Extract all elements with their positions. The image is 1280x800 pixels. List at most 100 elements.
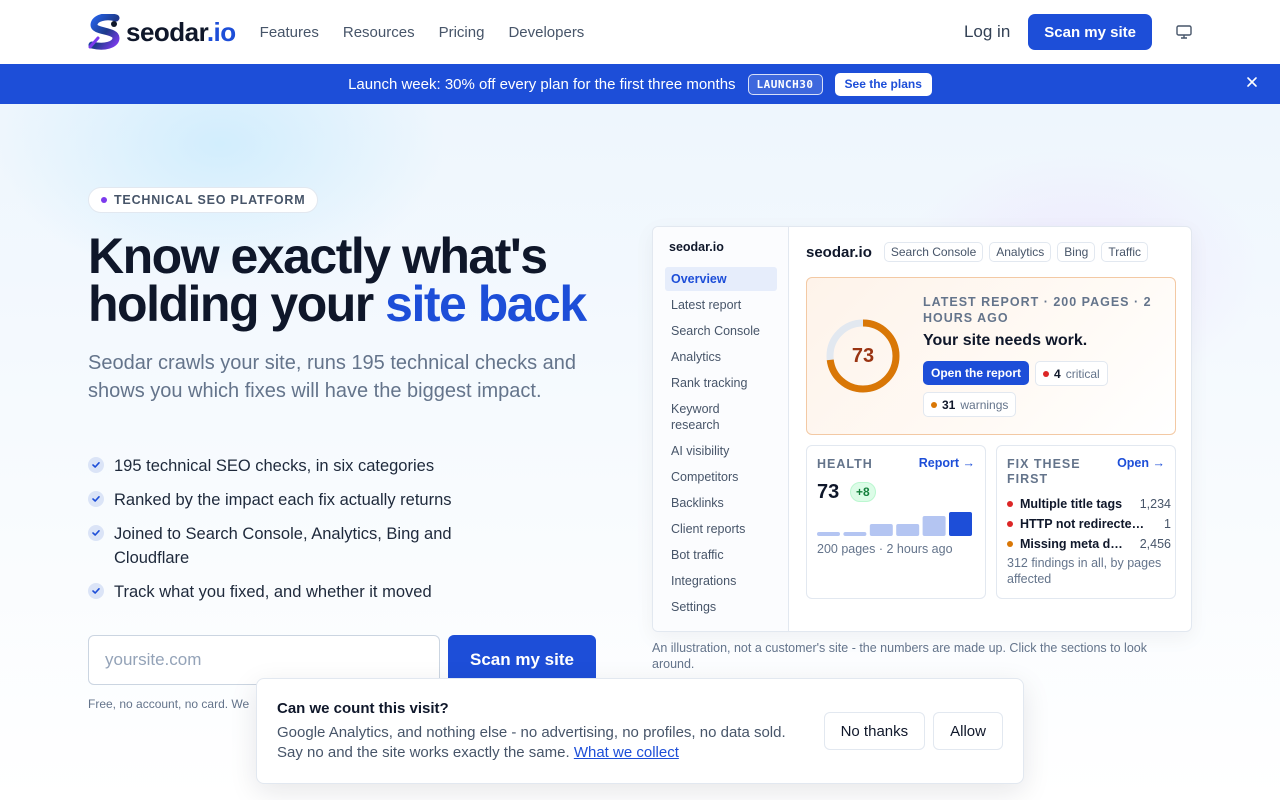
sidebar-item-search-console[interactable]: Search Console	[665, 319, 777, 343]
report-meta: LATEST REPORT · 200 PAGES · 2 HOURS AGO	[923, 295, 1152, 325]
see-plans-button[interactable]: See the plans	[834, 72, 932, 96]
headline-line-2: holding your	[88, 276, 386, 332]
banner-text: Launch week: 30% off every plan for the …	[348, 75, 736, 93]
check-icon	[88, 491, 104, 507]
sidebar-item-ai-visibility[interactable]: AI visibility	[665, 439, 777, 463]
integration-tag-bing[interactable]: Bing	[1057, 242, 1096, 262]
list-item[interactable]: Missing meta d… 2,456	[1007, 534, 1171, 554]
sidebar-item-backlinks[interactable]: Backlinks	[665, 491, 777, 515]
trend-bar	[922, 516, 946, 536]
logo-text: seodar.io	[126, 16, 236, 47]
health-score: 73	[817, 481, 840, 503]
open-report-button[interactable]: Open the report	[923, 361, 1030, 385]
fix-count: 1	[1164, 517, 1171, 531]
critical-label: critical	[1065, 366, 1100, 381]
monitor-icon[interactable]	[1176, 25, 1192, 39]
critical-count-badge[interactable]: 4 critical	[1035, 361, 1108, 386]
arrow-right-icon: →	[1149, 456, 1165, 470]
sidebar-item-integrations[interactable]: Integrations	[665, 569, 777, 593]
nav-link-features[interactable]: Features	[260, 24, 319, 41]
warning-label: warnings	[960, 397, 1009, 412]
trend-bar	[949, 512, 972, 536]
trend-bar	[843, 532, 867, 536]
fix-label: FIX THESE FIRST	[1007, 457, 1081, 486]
sidebar-item-analytics[interactable]: Analytics	[665, 345, 777, 369]
no-thanks-button[interactable]: No thanks	[823, 712, 926, 750]
sidebar-item-bot-traffic[interactable]: Bot traffic	[665, 543, 777, 567]
close-icon[interactable]	[1246, 76, 1258, 88]
integration-tag-analytics[interactable]: Analytics	[989, 242, 1052, 262]
fix-open-link[interactable]: Open →	[1117, 456, 1165, 470]
allow-button[interactable]: Allow	[933, 712, 1003, 750]
sidebar-item-client-reports[interactable]: Client reports	[665, 517, 777, 541]
trend-bar	[817, 532, 840, 536]
nav-actions: Log in Scan my site	[964, 14, 1192, 50]
cookie-body: Google Analytics, and nothing else - no …	[277, 723, 797, 763]
category-pill: TECHNICAL SEO PLATFORM	[88, 187, 319, 213]
health-delta-badge: +8	[850, 482, 876, 502]
nav-links: Features Resources Pricing Developers	[260, 24, 585, 41]
logo[interactable]: seodar.io	[88, 14, 236, 50]
dashboard-sidebar: seodar.io Overview Latest report Search Co…	[653, 227, 789, 631]
sidebar-item-overview[interactable]: Overview	[665, 267, 777, 291]
sidebar-item-competitors[interactable]: Competitors	[665, 465, 777, 489]
fix-name: HTTP not redirecte…	[1020, 517, 1145, 531]
fix-first-card[interactable]: FIX THESE FIRST Open → Multiple title ta…	[996, 445, 1176, 599]
warning-count-badge[interactable]: 31 warnings	[923, 392, 1017, 417]
report-title: Your site needs work.	[923, 332, 1088, 349]
top-nav: seodar.io Features Resources Pricing Dev…	[0, 0, 1280, 64]
dashboard-preview: seodar.io Overview Latest report Search Co…	[652, 226, 1192, 632]
nav-link-resources[interactable]: Resources	[343, 24, 415, 41]
check-icon	[88, 525, 104, 541]
sidebar-item-rank-tracking[interactable]: Rank tracking	[665, 371, 777, 395]
cookie-actions: No thanks Allow	[823, 712, 1003, 750]
sidebar-item-latest-report[interactable]: Latest report	[665, 293, 777, 317]
list-item[interactable]: Multiple title tags 1,234	[1007, 494, 1171, 514]
dashboard-site-name: seodar.io	[806, 243, 872, 261]
critical-dot	[1043, 370, 1050, 377]
fix-footer: 312 findings in all, by pages affected	[1007, 556, 1162, 586]
pill-label: TECHNICAL SEO PLATFORM	[114, 193, 306, 207]
fix-name: Missing meta d…	[1020, 537, 1123, 551]
check-icon	[88, 583, 104, 599]
feature-text: Joined to Search Console, Analytics, Bin…	[114, 525, 452, 567]
health-card[interactable]: HEALTH Report → 73 +8 200 pages · 2 hour…	[806, 445, 986, 599]
login-link[interactable]: Log in	[964, 22, 1010, 42]
latest-report-card[interactable]: 73 LATEST REPORT · 200 PAGES · 2 HOURS A…	[806, 277, 1176, 435]
integration-tag-traffic[interactable]: Traffic	[1101, 242, 1148, 262]
integration-tag-search-console[interactable]: Search Console	[883, 242, 984, 262]
nav-link-pricing[interactable]: Pricing	[439, 24, 485, 41]
list-item[interactable]: HTTP not redirecte… 1	[1007, 514, 1171, 534]
arrow-right-icon: →	[959, 456, 975, 470]
promo-code: LAUNCH30	[747, 73, 823, 95]
promo-banner: Launch week: 30% off every plan for the …	[0, 64, 1280, 104]
check-icon	[88, 457, 104, 473]
severity-dot	[1007, 541, 1013, 547]
sidebar-item-keyword-research[interactable]: Keyword research	[665, 397, 777, 437]
dashboard-header: seodar.io Search Console Analytics Bing …	[806, 242, 1176, 262]
report-actions: Open the report 4 critical 31 warnings	[923, 361, 1173, 417]
health-report-link[interactable]: Report →	[919, 456, 975, 470]
health-label: HEALTH	[817, 457, 873, 471]
sidebar-item-settings[interactable]: Settings	[665, 595, 777, 619]
headline-accent: site back	[385, 276, 587, 332]
health-trend-bars	[817, 512, 972, 536]
feature-text: Track what you fixed, and whether it mov…	[114, 583, 432, 601]
cookie-title: Can we count this visit?	[277, 700, 449, 717]
fix-list: Multiple title tags 1,234 HTTP not redirec…	[1007, 494, 1171, 554]
scan-my-site-button[interactable]: Scan my site	[1028, 14, 1152, 50]
feature-list: 195 technical SEO checks, in six categor…	[88, 454, 508, 614]
dashboard-brand: seodar.io	[669, 240, 724, 254]
critical-count: 4	[1054, 366, 1061, 381]
feature-text: 195 technical SEO checks, in six categor…	[114, 457, 435, 475]
report-score: 73	[851, 344, 875, 367]
cookie-body-text: Google Analytics, and nothing else - no …	[277, 724, 786, 761]
nav-link-developers[interactable]: Developers	[508, 24, 584, 41]
hero-subhead: Seodar crawls your site, runs 195 techni…	[88, 352, 577, 402]
fix-name: Multiple title tags	[1020, 497, 1123, 511]
severity-dot	[1007, 501, 1013, 507]
warning-dot	[931, 401, 937, 408]
what-we-collect-link[interactable]: What we collect	[574, 744, 679, 761]
list-item: Track what you fixed, and whether it mov…	[88, 580, 508, 604]
warning-count: 31	[942, 397, 956, 412]
